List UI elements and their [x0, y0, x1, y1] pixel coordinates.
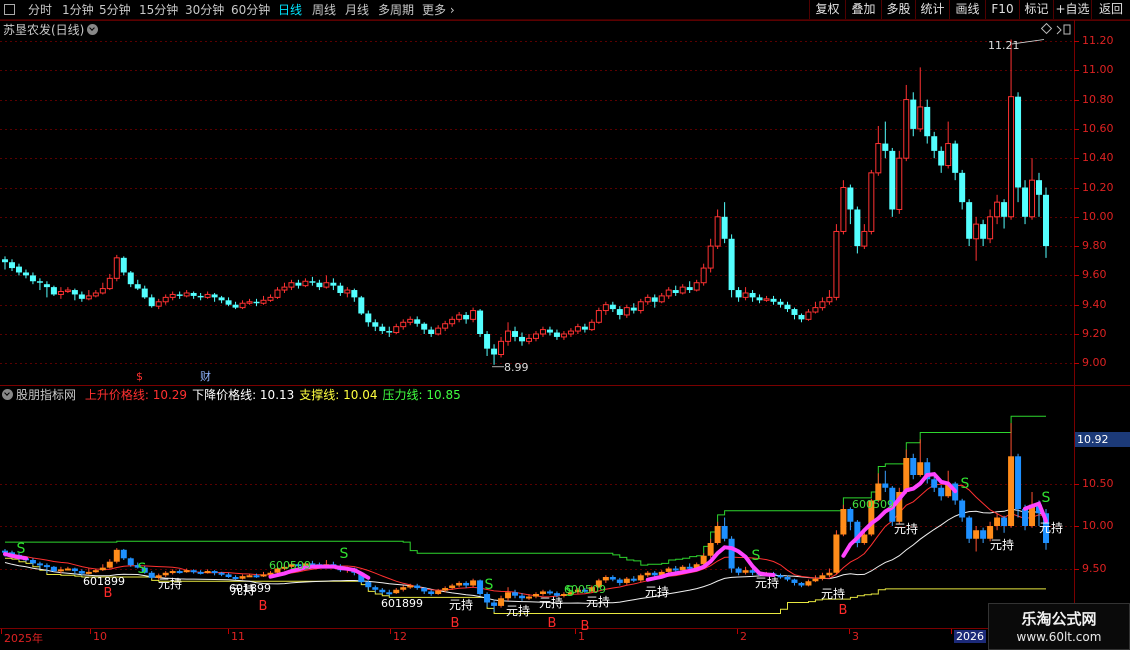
indicator-name: 股朋指标网: [16, 388, 77, 402]
toolbar-button-6[interactable]: 标记: [1019, 0, 1053, 19]
watermark-url: www.60lt.com: [1016, 630, 1102, 644]
indicator-tick-label: 10.50: [1082, 477, 1114, 490]
watermark: 乐淘公式网 www.60lt.com: [988, 603, 1130, 650]
toolbar-button-5[interactable]: F10: [985, 0, 1019, 19]
legend-values: 上升价格线: 10.29 下降价格线: 10.13 支撑线: 10.04 压力线: 1…: [80, 388, 461, 402]
toolbar-button-4[interactable]: 画线: [949, 0, 985, 19]
price-tick-label: 10.60: [1082, 121, 1114, 135]
price-tick-label: 9.00: [1082, 356, 1107, 370]
toolbar-button-3[interactable]: 统计: [915, 0, 949, 19]
price-tick-label: 10.80: [1082, 92, 1114, 106]
period-tab-2[interactable]: 5分钟: [99, 1, 131, 19]
price-tick-label: 10.20: [1082, 180, 1114, 194]
price-tick-label: 10.00: [1082, 209, 1114, 223]
time-tick-label: 2026: [954, 630, 986, 643]
period-tab-6[interactable]: 日线: [278, 1, 302, 19]
legend-item-0: 上升价格线: 10.29: [84, 388, 188, 402]
indicator-legend: 股朋指标网 上升价格线: 10.29 下降价格线: 10.13 支撑线: 10.04…: [2, 387, 461, 403]
current-price-badge: 10.92: [1074, 432, 1130, 447]
toolbar-button-7[interactable]: +自选: [1053, 0, 1091, 19]
main-chart-pane[interactable]: 苏垦农发(日线): [0, 20, 1130, 385]
time-tick-label: 2: [740, 630, 747, 643]
legend-item-2: 支撑线: 10.04: [299, 388, 378, 402]
chevron-right-icon: ›: [446, 3, 455, 17]
top-toolbar: 分时 1分钟 5分钟 15分钟 30分钟 60分钟 日线 周线 月线 多周期 更多 › 复权 叠加 多股…: [0, 0, 1130, 20]
price-tick-label: 10.40: [1082, 151, 1114, 165]
indicator-tick-label: 9.50: [1082, 562, 1107, 575]
price-tick-label: 9.60: [1082, 268, 1107, 282]
period-tab-10[interactable]: 更多 ›: [422, 1, 455, 19]
time-tick-label: 12: [393, 630, 407, 643]
time-tick-label: 10: [93, 630, 107, 643]
toolbar-button-1[interactable]: 叠加: [845, 0, 881, 19]
price-tick-label: 9.40: [1082, 297, 1107, 311]
period-tab-4[interactable]: 30分钟: [185, 1, 224, 19]
price-tick-label: 9.20: [1082, 327, 1107, 340]
time-tick-label: 11: [231, 630, 245, 643]
period-tab-7[interactable]: 周线: [312, 1, 336, 19]
indicator-pane[interactable]: 股朋指标网 上升价格线: 10.29 下降价格线: 10.13 支撑线: 10.04…: [0, 386, 1130, 629]
dropdown-circle-icon[interactable]: [87, 24, 99, 35]
watermark-title: 乐淘公式网: [1021, 610, 1097, 628]
period-tab-3[interactable]: 15分钟: [139, 1, 178, 19]
period-tab-0[interactable]: 分时: [28, 1, 52, 19]
indicator-dropdown-icon[interactable]: [2, 389, 13, 400]
price-tick-label: 9.80: [1082, 239, 1107, 253]
period-tab-9[interactable]: 多周期: [378, 1, 414, 19]
price-tick-label: 11.00: [1082, 63, 1114, 77]
indicator-tick-label: 10.00: [1082, 519, 1114, 532]
toolbar-button-8[interactable]: 返回: [1091, 0, 1130, 19]
time-tick-label: 1: [578, 630, 585, 643]
price-tick-label: 11.20: [1082, 34, 1114, 47]
stock-name: 苏垦农发(日线): [3, 23, 85, 37]
legend-item-1: 下降价格线: 10.13: [192, 388, 295, 402]
legend-item-3: 压力线: 10.85: [382, 388, 461, 402]
window-menu-icon[interactable]: [4, 4, 15, 15]
time-tick-label: 2025年: [4, 632, 43, 645]
stock-title[interactable]: 苏垦农发(日线): [3, 22, 99, 38]
period-tab-1[interactable]: 1分钟: [62, 1, 94, 19]
time-tick-label: 3: [852, 630, 859, 643]
toolbar-button-0[interactable]: 复权: [809, 0, 845, 19]
period-tab-5[interactable]: 60分钟: [231, 1, 270, 19]
period-tab-8[interactable]: 月线: [345, 1, 369, 19]
toolbar-button-2[interactable]: 多股: [881, 0, 915, 19]
